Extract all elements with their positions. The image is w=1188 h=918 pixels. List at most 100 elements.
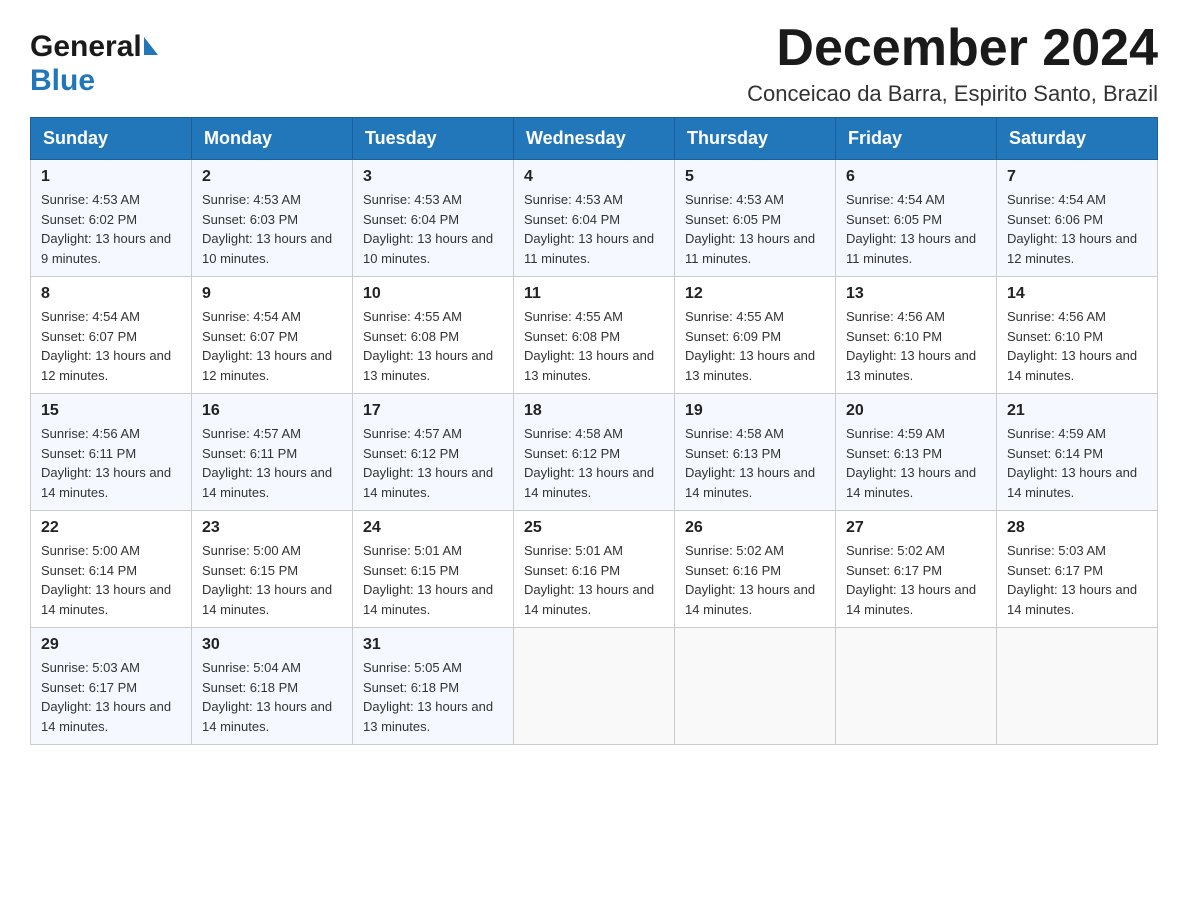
table-row: 9 Sunrise: 4:54 AMSunset: 6:07 PMDaylight…: [192, 277, 353, 394]
day-info: Sunrise: 5:02 AMSunset: 6:16 PMDaylight:…: [685, 541, 825, 619]
table-row: [675, 628, 836, 745]
calendar-table: Sunday Monday Tuesday Wednesday Thursday…: [30, 117, 1158, 745]
day-info: Sunrise: 5:04 AMSunset: 6:18 PMDaylight:…: [202, 658, 342, 736]
table-row: 19Sunrise: 4:58 AMSunset: 6:13 PMDayligh…: [675, 394, 836, 511]
table-row: 8 Sunrise: 4:54 AMSunset: 6:07 PMDaylight…: [31, 277, 192, 394]
logo: General Blue: [30, 30, 158, 98]
day-info: Sunrise: 4:54 AMSunset: 6:05 PMDaylight:…: [846, 190, 986, 268]
table-row: 18Sunrise: 4:58 AMSunset: 6:12 PMDayligh…: [514, 394, 675, 511]
day-number: 6: [846, 168, 986, 186]
day-info: Sunrise: 4:57 AMSunset: 6:11 PMDaylight:…: [202, 424, 342, 502]
table-row: [836, 628, 997, 745]
day-info: Sunrise: 4:53 AMSunset: 6:05 PMDaylight:…: [685, 190, 825, 268]
day-info: Sunrise: 4:55 AMSunset: 6:09 PMDaylight:…: [685, 307, 825, 385]
table-row: 6 Sunrise: 4:54 AMSunset: 6:05 PMDaylight…: [836, 160, 997, 277]
day-number: 22: [41, 519, 181, 537]
location-subtitle: Conceicao da Barra, Espirito Santo, Braz…: [747, 81, 1158, 107]
table-row: 12 Sunrise: 4:55 AMSunset: 6:09 PMDayligh…: [675, 277, 836, 394]
day-info: Sunrise: 5:01 AMSunset: 6:16 PMDaylight:…: [524, 541, 664, 619]
day-number: 17: [363, 402, 503, 420]
table-row: 14 Sunrise: 4:56 AMSunset: 6:10 PMDayligh…: [997, 277, 1158, 394]
day-number: 29: [41, 636, 181, 654]
table-row: 23Sunrise: 5:00 AMSunset: 6:15 PMDayligh…: [192, 511, 353, 628]
table-row: 2Sunrise: 4:53 AMSunset: 6:03 PMDaylight…: [192, 160, 353, 277]
table-row: 21 Sunrise: 4:59 AMSunset: 6:14 PMDayligh…: [997, 394, 1158, 511]
day-number: 30: [202, 636, 342, 654]
table-row: 13 Sunrise: 4:56 AMSunset: 6:10 PMDayligh…: [836, 277, 997, 394]
day-info: Sunrise: 4:57 AMSunset: 6:12 PMDaylight:…: [363, 424, 503, 502]
day-number: 25: [524, 519, 664, 537]
day-info: Sunrise: 4:58 AMSunset: 6:12 PMDaylight:…: [524, 424, 664, 502]
table-row: 16Sunrise: 4:57 AMSunset: 6:11 PMDayligh…: [192, 394, 353, 511]
table-row: 28Sunrise: 5:03 AMSunset: 6:17 PMDayligh…: [997, 511, 1158, 628]
day-info: Sunrise: 4:53 AMSunset: 6:04 PMDaylight:…: [363, 190, 503, 268]
day-number: 27: [846, 519, 986, 537]
day-number: 3: [363, 168, 503, 186]
day-number: 4: [524, 168, 664, 186]
logo-general-text: General: [30, 30, 142, 64]
day-info: Sunrise: 4:59 AMSunset: 6:13 PMDaylight:…: [846, 424, 986, 502]
day-number: 24: [363, 519, 503, 537]
day-info: Sunrise: 5:03 AMSunset: 6:17 PMDaylight:…: [41, 658, 181, 736]
calendar-week-row: 29 Sunrise: 5:03 AMSunset: 6:17 PMDayligh…: [31, 628, 1158, 745]
table-row: 10Sunrise: 4:55 AMSunset: 6:08 PMDayligh…: [353, 277, 514, 394]
col-friday: Friday: [836, 118, 997, 160]
table-row: 30 Sunrise: 5:04 AMSunset: 6:18 PMDayligh…: [192, 628, 353, 745]
day-info: Sunrise: 5:00 AMSunset: 6:15 PMDaylight:…: [202, 541, 342, 619]
day-info: Sunrise: 4:53 AMSunset: 6:02 PMDaylight:…: [41, 190, 181, 268]
table-row: [997, 628, 1158, 745]
day-info: Sunrise: 5:02 AMSunset: 6:17 PMDaylight:…: [846, 541, 986, 619]
col-tuesday: Tuesday: [353, 118, 514, 160]
col-thursday: Thursday: [675, 118, 836, 160]
day-number: 14: [1007, 285, 1147, 303]
day-info: Sunrise: 4:56 AMSunset: 6:11 PMDaylight:…: [41, 424, 181, 502]
calendar-week-row: 1 Sunrise: 4:53 AMSunset: 6:02 PMDaylight…: [31, 160, 1158, 277]
day-number: 12: [685, 285, 825, 303]
calendar-header-row: Sunday Monday Tuesday Wednesday Thursday…: [31, 118, 1158, 160]
day-info: Sunrise: 4:55 AMSunset: 6:08 PMDaylight:…: [363, 307, 503, 385]
table-row: 5Sunrise: 4:53 AMSunset: 6:05 PMDaylight…: [675, 160, 836, 277]
day-number: 13: [846, 285, 986, 303]
day-info: Sunrise: 4:59 AMSunset: 6:14 PMDaylight:…: [1007, 424, 1147, 502]
day-number: 9: [202, 285, 342, 303]
day-info: Sunrise: 4:55 AMSunset: 6:08 PMDaylight:…: [524, 307, 664, 385]
table-row: 11Sunrise: 4:55 AMSunset: 6:08 PMDayligh…: [514, 277, 675, 394]
day-info: Sunrise: 4:54 AMSunset: 6:07 PMDaylight:…: [202, 307, 342, 385]
day-number: 8: [41, 285, 181, 303]
table-row: 1 Sunrise: 4:53 AMSunset: 6:02 PMDaylight…: [31, 160, 192, 277]
table-row: 3 Sunrise: 4:53 AMSunset: 6:04 PMDaylight…: [353, 160, 514, 277]
day-info: Sunrise: 5:03 AMSunset: 6:17 PMDaylight:…: [1007, 541, 1147, 619]
calendar-week-row: 22Sunrise: 5:00 AMSunset: 6:14 PMDayligh…: [31, 511, 1158, 628]
day-info: Sunrise: 4:58 AMSunset: 6:13 PMDaylight:…: [685, 424, 825, 502]
table-row: 20 Sunrise: 4:59 AMSunset: 6:13 PMDayligh…: [836, 394, 997, 511]
day-info: Sunrise: 4:53 AMSunset: 6:04 PMDaylight:…: [524, 190, 664, 268]
day-info: Sunrise: 5:05 AMSunset: 6:18 PMDaylight:…: [363, 658, 503, 736]
table-row: 29 Sunrise: 5:03 AMSunset: 6:17 PMDayligh…: [31, 628, 192, 745]
day-info: Sunrise: 4:56 AMSunset: 6:10 PMDaylight:…: [846, 307, 986, 385]
day-info: Sunrise: 4:54 AMSunset: 6:06 PMDaylight:…: [1007, 190, 1147, 268]
day-number: 26: [685, 519, 825, 537]
day-info: Sunrise: 4:54 AMSunset: 6:07 PMDaylight:…: [41, 307, 181, 385]
table-row: 25 Sunrise: 5:01 AMSunset: 6:16 PMDayligh…: [514, 511, 675, 628]
day-info: Sunrise: 4:56 AMSunset: 6:10 PMDaylight:…: [1007, 307, 1147, 385]
title-block: December 2024 Conceicao da Barra, Espiri…: [747, 20, 1158, 107]
day-info: Sunrise: 5:01 AMSunset: 6:15 PMDaylight:…: [363, 541, 503, 619]
col-monday: Monday: [192, 118, 353, 160]
day-number: 21: [1007, 402, 1147, 420]
day-number: 31: [363, 636, 503, 654]
day-info: Sunrise: 4:53 AMSunset: 6:03 PMDaylight:…: [202, 190, 342, 268]
calendar-week-row: 8 Sunrise: 4:54 AMSunset: 6:07 PMDaylight…: [31, 277, 1158, 394]
logo-arrow-icon: [144, 37, 158, 55]
table-row: 31 Sunrise: 5:05 AMSunset: 6:18 PMDayligh…: [353, 628, 514, 745]
day-number: 20: [846, 402, 986, 420]
table-row: 26 Sunrise: 5:02 AMSunset: 6:16 PMDayligh…: [675, 511, 836, 628]
table-row: [514, 628, 675, 745]
day-number: 15: [41, 402, 181, 420]
col-saturday: Saturday: [997, 118, 1158, 160]
table-row: 7Sunrise: 4:54 AMSunset: 6:06 PMDaylight…: [997, 160, 1158, 277]
table-row: 22Sunrise: 5:00 AMSunset: 6:14 PMDayligh…: [31, 511, 192, 628]
table-row: 15 Sunrise: 4:56 AMSunset: 6:11 PMDayligh…: [31, 394, 192, 511]
table-row: 17 Sunrise: 4:57 AMSunset: 6:12 PMDayligh…: [353, 394, 514, 511]
month-title: December 2024: [747, 20, 1158, 77]
day-number: 1: [41, 168, 181, 186]
